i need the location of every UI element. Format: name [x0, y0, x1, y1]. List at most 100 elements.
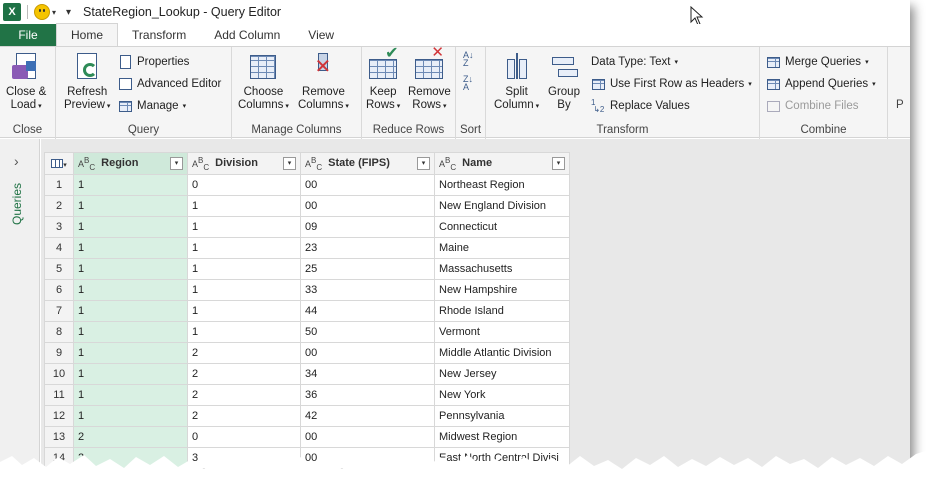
cell-region[interactable]: 1 [73, 174, 188, 196]
cell-state-fips[interactable]: 33 [300, 279, 435, 301]
cell-name[interactable]: Northeast Region [434, 174, 570, 196]
table-row[interactable]: 13 2 0 00 Midwest Region [44, 426, 570, 448]
cell-name[interactable]: Massachusetts [434, 258, 570, 280]
filter-dropdown-icon[interactable]: ▾ [283, 156, 296, 170]
table-row[interactable]: 9 1 2 00 Middle Atlantic Division [44, 342, 570, 364]
table-row[interactable]: 5 1 1 25 Massachusetts [44, 258, 570, 280]
cell-region[interactable]: 1 [73, 237, 188, 259]
table-row[interactable]: 1 1 0 00 Northeast Region [44, 174, 570, 196]
cell-division[interactable]: 1 [187, 279, 301, 301]
column-header-division[interactable]: ABC Division ▾ [187, 152, 301, 175]
cell-name[interactable]: Pennsylvania [434, 405, 570, 427]
cell-region[interactable]: 1 [73, 279, 188, 301]
row-number[interactable]: 3 [44, 216, 74, 238]
cell-division[interactable]: 1 [187, 195, 301, 217]
combine-files-button[interactable]: Combine Files [766, 96, 859, 116]
tab-home[interactable]: Home [56, 23, 119, 46]
quick-access-dropdown-icon[interactable]: ▾ [66, 7, 71, 18]
cell-name[interactable]: Maine [434, 237, 570, 259]
tab-view[interactable]: View [294, 24, 348, 46]
cell-state-fips[interactable]: 36 [300, 384, 435, 406]
cell-division[interactable]: 1 [187, 258, 301, 280]
cell-name[interactable]: Rhode Island [434, 300, 570, 322]
table-menu-corner[interactable]: ▾ [44, 152, 74, 175]
column-header-name[interactable]: ABC Name ▾ [434, 152, 570, 175]
cell-state-fips[interactable]: 25 [300, 258, 435, 280]
row-number[interactable]: 7 [44, 300, 74, 322]
text-type-icon[interactable]: ABC [439, 156, 456, 172]
cell-state-fips[interactable]: 34 [300, 363, 435, 385]
close-load-button[interactable]: Close & Load ▾ [6, 51, 46, 113]
cell-state-fips[interactable]: 09 [300, 216, 435, 238]
filter-dropdown-icon[interactable]: ▾ [417, 156, 430, 170]
queries-pane[interactable]: › Queries [0, 139, 40, 470]
row-number[interactable]: 13 [44, 426, 74, 448]
table-row[interactable]: 8 1 1 50 Vermont [44, 321, 570, 343]
row-number[interactable]: 8 [44, 321, 74, 343]
sort-descending-button[interactable]: Z↓ A [463, 75, 473, 95]
group-by-button[interactable]: Group By [548, 51, 580, 112]
refresh-preview-button[interactable]: Refresh Preview ▾ [64, 51, 110, 113]
row-number[interactable]: 10 [44, 363, 74, 385]
append-queries-button[interactable]: Append Queries ▾ [766, 74, 876, 94]
cell-name[interactable]: New Jersey [434, 363, 570, 385]
cell-name[interactable]: New Hampshire [434, 279, 570, 301]
text-type-icon[interactable]: ABC [78, 156, 95, 172]
cell-division[interactable]: 1 [187, 237, 301, 259]
text-type-icon[interactable]: ABC [192, 156, 209, 172]
replace-values-button[interactable]: 1 ↳2 Replace Values [591, 96, 690, 116]
manage-button[interactable]: Manage ▾ [118, 96, 186, 116]
remove-columns-button[interactable]: ✕ Remove Columns ▾ [298, 51, 349, 113]
row-number[interactable]: 11 [44, 384, 74, 406]
cell-region[interactable]: 1 [73, 384, 188, 406]
cell-division[interactable]: 1 [187, 300, 301, 322]
cell-division[interactable]: 1 [187, 321, 301, 343]
cell-state-fips[interactable]: 00 [300, 342, 435, 364]
cell-region[interactable]: 1 [73, 195, 188, 217]
table-row[interactable]: 3 1 1 09 Connecticut [44, 216, 570, 238]
table-row[interactable]: 12 1 2 42 Pennsylvania [44, 405, 570, 427]
cell-name[interactable]: Midwest Region [434, 426, 570, 448]
cell-region[interactable]: 1 [73, 321, 188, 343]
row-number[interactable]: 5 [44, 258, 74, 280]
table-row[interactable]: 4 1 1 23 Maine [44, 237, 570, 259]
cell-division[interactable]: 2 [187, 405, 301, 427]
advanced-editor-button[interactable]: Advanced Editor [118, 74, 221, 94]
properties-button[interactable]: Properties [118, 52, 189, 72]
cell-state-fips[interactable]: 44 [300, 300, 435, 322]
table-row[interactable]: 2 1 1 00 New England Division [44, 195, 570, 217]
use-first-row-headers-button[interactable]: Use First Row as Headers ▾ [591, 74, 752, 94]
tab-file[interactable]: File [0, 24, 56, 46]
cell-state-fips[interactable]: 00 [300, 195, 435, 217]
split-column-button[interactable]: Split Column ▾ [494, 51, 539, 113]
data-type-dropdown[interactable]: Data Type: Text ▾ [591, 52, 678, 72]
cell-division[interactable]: 2 [187, 342, 301, 364]
row-number[interactable]: 9 [44, 342, 74, 364]
filter-dropdown-icon[interactable]: ▾ [552, 156, 565, 170]
row-number[interactable]: 2 [44, 195, 74, 217]
cell-division[interactable]: 0 [187, 426, 301, 448]
cell-region[interactable]: 2 [73, 426, 188, 448]
cell-state-fips[interactable]: 23 [300, 237, 435, 259]
cell-name[interactable]: New England Division [434, 195, 570, 217]
row-number[interactable]: 1 [44, 174, 74, 196]
choose-columns-button[interactable]: Choose Columns ▾ [238, 51, 289, 113]
keep-rows-button[interactable]: ✔ Keep Rows ▾ [366, 46, 400, 113]
row-number[interactable]: 4 [44, 237, 74, 259]
cell-division[interactable]: 1 [187, 216, 301, 238]
table-row[interactable]: 11 1 2 36 New York [44, 384, 570, 406]
table-row[interactable]: 6 1 1 33 New Hampshire [44, 279, 570, 301]
column-header-region[interactable]: ABC Region ▾ [73, 152, 188, 175]
sort-ascending-button[interactable]: A↓ Z [463, 51, 474, 71]
column-header-state-fips[interactable]: ABC State (FIPS) ▾ [300, 152, 435, 175]
cell-region[interactable]: 1 [73, 216, 188, 238]
cell-region[interactable]: 1 [73, 300, 188, 322]
cell-state-fips[interactable]: 00 [300, 426, 435, 448]
table-row[interactable]: 7 1 1 44 Rhode Island [44, 300, 570, 322]
cell-state-fips[interactable]: 50 [300, 321, 435, 343]
cell-division[interactable]: 0 [187, 174, 301, 196]
expand-chevron-icon[interactable]: › [14, 153, 19, 169]
cell-state-fips[interactable]: 00 [300, 174, 435, 196]
cell-region[interactable]: 1 [73, 258, 188, 280]
cell-name[interactable]: Connecticut [434, 216, 570, 238]
